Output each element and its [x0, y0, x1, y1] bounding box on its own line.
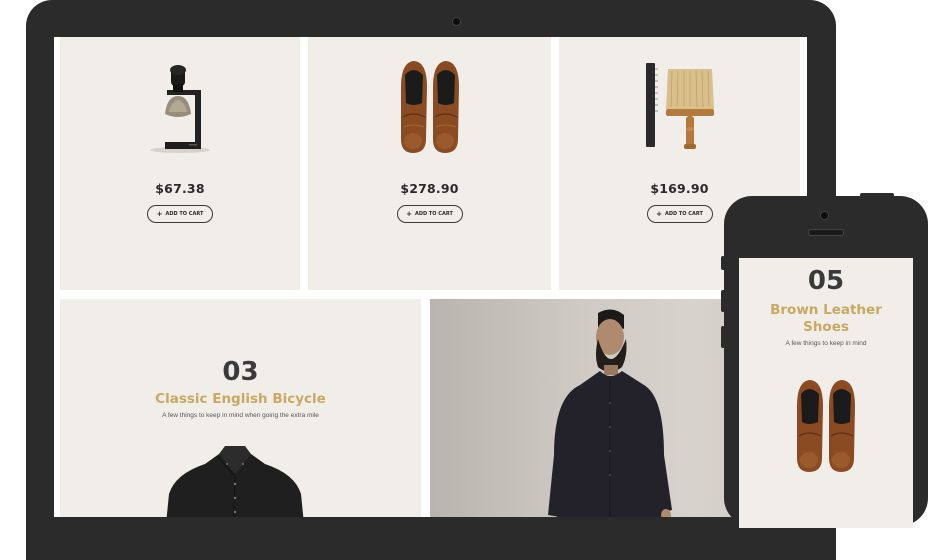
phone-feature-title-line2: Shoes [803, 319, 849, 335]
add-to-cart-label: ADD TO CART [165, 211, 204, 217]
phone-camera [820, 211, 829, 220]
product-price: $67.38 [155, 181, 205, 196]
shaving-brush-image [60, 57, 300, 157]
phone-feature-number: 05 [807, 266, 845, 296]
product-price: $278.90 [400, 181, 459, 196]
feature-number: 03 [222, 357, 259, 387]
laptop-screen: $67.38 + ADD TO CART $278.90 + ADD TO CA… [54, 37, 807, 517]
product-price: $169.90 [650, 181, 709, 196]
product-card-shaving-brush[interactable]: $67.38 + ADD TO CART [60, 37, 300, 290]
add-to-cart-label: ADD TO CART [414, 211, 453, 217]
black-shirt-image [166, 446, 304, 517]
phone-feature-subtitle: A few things to keep in mind [785, 340, 867, 347]
phone-feature-title-line1: Brown Leather [770, 302, 882, 318]
plus-icon: + [406, 209, 412, 218]
phone-speaker [808, 229, 844, 236]
bearded-man-image [548, 309, 672, 517]
add-to-cart-button[interactable]: + ADD TO CART [147, 205, 213, 223]
feature-title: Classic English Bicycle [155, 391, 326, 407]
product-card-brogue-shoes[interactable]: $278.90 + ADD TO CART [308, 37, 551, 290]
feature-panel[interactable]: 03 Classic English Bicycle A few things … [60, 299, 421, 517]
plus-icon: + [656, 209, 662, 218]
laptop-camera [452, 17, 461, 26]
brogue-shoes-image [797, 380, 855, 472]
phone-screen[interactable]: 05 Brown Leather Shoes A few things to k… [739, 258, 913, 528]
plus-icon: + [156, 209, 163, 218]
brogue-shoes-image [308, 57, 551, 157]
feature-subtitle: A few things to keep in mind when going … [162, 412, 319, 419]
add-to-cart-label: ADD TO CART [664, 211, 703, 217]
add-to-cart-button[interactable]: + ADD TO CART [646, 205, 713, 223]
add-to-cart-button[interactable]: + ADD TO CART [396, 205, 463, 223]
comb-and-brush-image [559, 57, 800, 157]
phone-frame: 05 Brown Leather Shoes A few things to k… [724, 196, 928, 528]
